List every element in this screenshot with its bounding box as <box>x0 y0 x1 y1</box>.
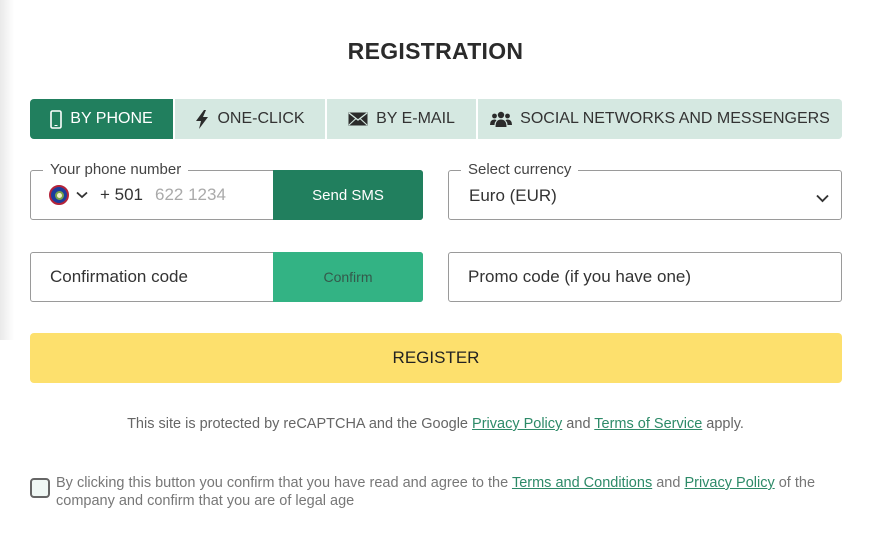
agreement-checkbox[interactable] <box>30 478 50 498</box>
lightning-icon <box>195 109 209 129</box>
belize-flag-icon[interactable] <box>49 185 69 205</box>
agreement-row: By clicking this button you confirm that… <box>30 474 850 510</box>
currency-select[interactable]: Select currency Euro (EUR) <box>448 162 842 220</box>
recaptcha-notice: This site is protected by reCAPTCHA and … <box>0 416 871 432</box>
tab-label: BY E-MAIL <box>376 110 455 127</box>
google-privacy-policy-link[interactable]: Privacy Policy <box>472 416 562 432</box>
phone-input[interactable] <box>155 185 256 205</box>
confirm-button[interactable]: Confirm <box>273 252 423 302</box>
recaptcha-suffix: apply. <box>702 416 744 432</box>
phone-icon <box>50 109 63 129</box>
agreement-prefix: By clicking this button you confirm that… <box>56 475 512 491</box>
agreement-middle: and <box>652 475 685 491</box>
currency-legend: Select currency <box>461 162 579 178</box>
tab-by-email[interactable]: BY E-MAIL <box>327 99 478 139</box>
phone-number-field: Your phone number + 501 Send SMS <box>30 162 423 220</box>
tab-label: BY PHONE <box>70 110 153 127</box>
tab-label: ONE-CLICK <box>217 110 305 127</box>
promo-code-field <box>448 252 842 302</box>
tab-by-phone[interactable]: BY PHONE <box>30 99 175 139</box>
recaptcha-middle: and <box>562 416 595 432</box>
confirmation-code-field: Confirm <box>30 252 423 302</box>
privacy-policy-link[interactable]: Privacy Policy <box>684 475 774 491</box>
google-terms-of-service-link[interactable]: Terms of Service <box>594 416 702 432</box>
phone-number-legend: Your phone number <box>43 162 189 178</box>
currency-selected-value: Euro (EUR) <box>469 186 557 205</box>
terms-and-conditions-link[interactable]: Terms and Conditions <box>512 475 652 491</box>
tab-label: SOCIAL NETWORKS AND MESSENGERS <box>520 110 830 127</box>
envelope-icon <box>348 112 368 126</box>
register-button[interactable]: REGISTER <box>30 333 842 383</box>
send-sms-button[interactable]: Send SMS <box>273 170 423 220</box>
agreement-text: By clicking this button you confirm that… <box>56 474 850 510</box>
registration-tabs: BY PHONE ONE-CLICK BY E-MAIL SOCIAL NETW… <box>30 99 842 139</box>
confirmation-code-input[interactable] <box>31 253 274 301</box>
chevron-down-icon <box>816 190 829 208</box>
tab-social-networks[interactable]: SOCIAL NETWORKS AND MESSENGERS <box>478 99 842 139</box>
users-icon <box>490 111 513 127</box>
promo-code-input[interactable] <box>449 253 841 301</box>
recaptcha-prefix: This site is protected by reCAPTCHA and … <box>127 416 473 432</box>
dial-code: + 501 <box>100 185 144 204</box>
tab-one-click[interactable]: ONE-CLICK <box>175 99 327 139</box>
country-chevron-down-icon[interactable] <box>76 186 88 204</box>
page-title: REGISTRATION <box>347 38 524 64</box>
